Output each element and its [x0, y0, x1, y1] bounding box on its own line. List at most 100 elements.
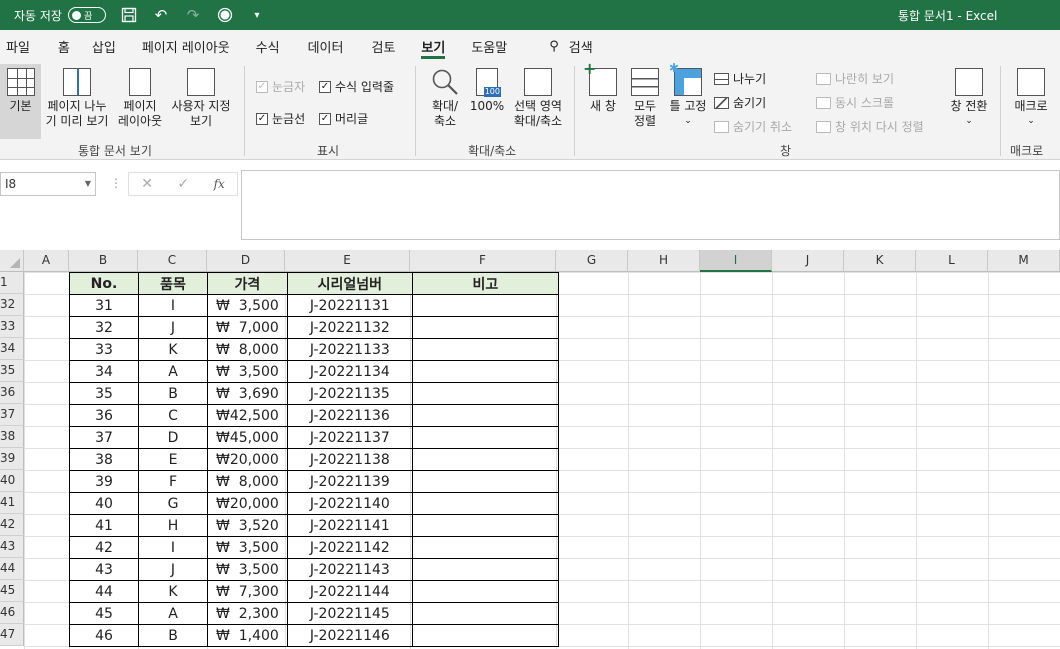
tab-help[interactable]: 도움말	[471, 30, 507, 62]
unhide-button[interactable]: 숨기기 취소	[714, 118, 792, 135]
cell-no[interactable]: 36	[69, 404, 139, 427]
cell-no[interactable]: 33	[69, 338, 139, 361]
cell-no[interactable]: 39	[69, 470, 139, 493]
row-header[interactable]: 42	[0, 514, 24, 536]
cell-no[interactable]: 41	[69, 514, 139, 537]
row-header[interactable]: 36	[0, 382, 24, 404]
touch-mode-icon[interactable]	[216, 6, 234, 24]
cell-no[interactable]: 40	[69, 492, 139, 515]
cancel-icon[interactable]: ✕	[141, 176, 153, 192]
cell-item[interactable]: A	[138, 602, 208, 625]
cell-note[interactable]	[411, 536, 559, 559]
cell-no[interactable]: 31	[69, 294, 139, 317]
freeze-panes-button[interactable]: ✱ 틀 고정 ⌄	[666, 61, 710, 129]
switch-windows-button[interactable]: 창 전환 ⌄	[944, 64, 994, 129]
cell-price[interactable]: ₩7,300	[207, 580, 288, 603]
cell-note[interactable]	[411, 404, 559, 427]
cell-note[interactable]	[411, 316, 559, 339]
ruler-checkbox[interactable]: ✓ 눈금자	[256, 78, 305, 95]
synchronous-scrolling-button[interactable]: 동시 스크롤	[816, 94, 894, 111]
cell-price[interactable]: ₩3,690	[207, 382, 288, 405]
cell-serial[interactable]: J-20221133	[286, 338, 413, 361]
cell-serial[interactable]: J-20221137	[286, 426, 413, 449]
row-header[interactable]: 35	[0, 360, 24, 382]
row-header[interactable]: 34	[0, 338, 24, 360]
cell-serial[interactable]: J-20221145	[286, 602, 413, 625]
column-header-g[interactable]: G	[556, 250, 628, 272]
new-window-button[interactable]: + 새 창	[582, 61, 624, 114]
cell-item[interactable]: I	[138, 294, 208, 317]
cell-no[interactable]: 44	[69, 580, 139, 603]
column-header-c[interactable]: C	[138, 250, 207, 272]
cell-no[interactable]: 46	[69, 624, 139, 647]
cell-price[interactable]: ₩3,500	[207, 558, 288, 581]
column-header-j[interactable]: J	[772, 250, 844, 272]
tab-insert[interactable]: 삽입	[92, 30, 116, 62]
row-header[interactable]: 38	[0, 426, 24, 448]
cell-price[interactable]: ₩3,500	[207, 536, 288, 559]
cell-price[interactable]: ₩7,000	[207, 316, 288, 339]
tab-review[interactable]: 검토	[371, 30, 395, 62]
cell-price[interactable]: ₩1,400	[207, 624, 288, 647]
row-header[interactable]: 47	[0, 624, 24, 646]
cell-item[interactable]: E	[138, 448, 208, 471]
cell-price[interactable]: ₩20,000	[207, 492, 288, 515]
row-header[interactable]: 46	[0, 602, 24, 624]
cell-note[interactable]	[411, 382, 559, 405]
page-layout-view-button[interactable]: 페이지 레이아웃	[114, 64, 166, 129]
tab-home[interactable]: 홈	[58, 30, 70, 62]
cell-price[interactable]: ₩2,300	[207, 602, 288, 625]
cell-note[interactable]	[411, 426, 559, 449]
cell-note[interactable]	[411, 338, 559, 361]
name-box-dropdown-icon[interactable]: ▼	[85, 173, 91, 195]
column-header-d[interactable]: D	[207, 250, 285, 272]
header-item[interactable]: 품목	[138, 272, 208, 295]
cell-price[interactable]: ₩3,500	[207, 294, 288, 317]
cell-serial[interactable]: J-20221144	[286, 580, 413, 603]
zoom-100-button[interactable]: 100 100%	[468, 64, 506, 114]
cell-serial[interactable]: J-20221138	[286, 448, 413, 471]
cell-item[interactable]: C	[138, 404, 208, 427]
cell-note[interactable]	[411, 580, 559, 603]
cell-note[interactable]	[411, 602, 559, 625]
cell-no[interactable]: 34	[69, 360, 139, 383]
row-header[interactable]: 33	[0, 316, 24, 338]
cell-item[interactable]: J	[138, 316, 208, 339]
cell-serial[interactable]: J-20221141	[286, 514, 413, 537]
autosave-toggle[interactable]: 끔	[67, 7, 106, 23]
page-break-preview-button[interactable]: 페이지 나누 기 미리 보기	[42, 64, 112, 129]
cell-serial[interactable]: J-20221146	[286, 624, 413, 647]
enter-icon[interactable]: ✓	[177, 176, 189, 192]
hide-button[interactable]: 숨기기	[714, 94, 766, 111]
tab-data[interactable]: 데이터	[308, 30, 344, 62]
cell-serial[interactable]: J-20221136	[286, 404, 413, 427]
zoom-button[interactable]: 확대/ 축소	[424, 64, 466, 129]
insert-function-icon[interactable]: fx	[214, 177, 225, 191]
column-header-k[interactable]: K	[844, 250, 916, 272]
cell-item[interactable]: G	[138, 492, 208, 515]
cell-serial[interactable]: J-20221135	[286, 382, 413, 405]
header-serial[interactable]: 시리얼넘버	[286, 272, 413, 295]
cell-note[interactable]	[411, 624, 559, 647]
row-header[interactable]: 43	[0, 536, 24, 558]
header-no[interactable]: No.	[69, 272, 139, 295]
column-header-i[interactable]: I	[700, 250, 772, 272]
cell-no[interactable]: 32	[69, 316, 139, 339]
cell-note[interactable]	[411, 360, 559, 383]
cell-note[interactable]	[411, 470, 559, 493]
cell-item[interactable]: K	[138, 338, 208, 361]
name-box[interactable]: I8 ▼	[0, 172, 96, 196]
arrange-all-button[interactable]: 모두 정렬	[626, 64, 664, 129]
split-button[interactable]: 나누기	[714, 70, 766, 87]
column-header-h[interactable]: H	[628, 250, 700, 272]
search-box[interactable]: ⚲ 검색	[549, 37, 592, 56]
cell-price[interactable]: ₩8,000	[207, 338, 288, 361]
select-all-corner[interactable]	[0, 250, 24, 272]
row-header[interactable]: 41	[0, 492, 24, 514]
cell-no[interactable]: 42	[69, 536, 139, 559]
cell-note[interactable]	[411, 492, 559, 515]
cell-item[interactable]: I	[138, 536, 208, 559]
headings-checkbox[interactable]: ✓ 머리글	[319, 110, 368, 127]
cell-no[interactable]: 38	[69, 448, 139, 471]
redo-icon[interactable]: ↷	[184, 6, 202, 24]
